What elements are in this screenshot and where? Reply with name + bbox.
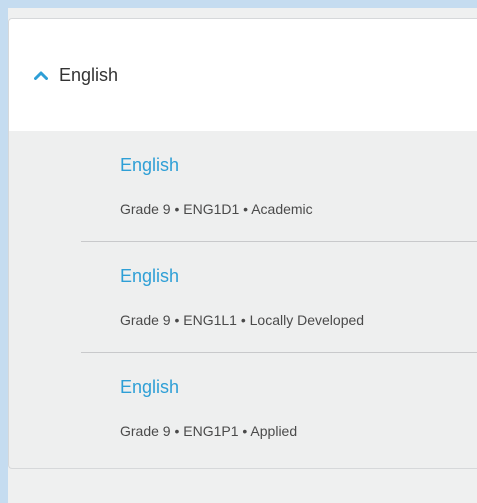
course-group-card: English English Grade 9 • ENG1D1 • Acade… <box>8 18 477 469</box>
course-item: English Grade 9 • ENG1P1 • Applied <box>81 353 477 464</box>
course-item: English Grade 9 • ENG1L1 • Locally Devel… <box>81 242 477 353</box>
course-meta: Grade 9 • ENG1P1 • Applied <box>120 423 298 439</box>
course-meta: Grade 9 • ENG1L1 • Locally Developed <box>120 312 365 328</box>
course-group-title: English <box>59 64 119 85</box>
course-meta: Grade 9 • ENG1D1 • Academic <box>120 201 313 217</box>
course-title-link[interactable]: English <box>120 155 179 176</box>
course-title-link[interactable]: English <box>120 377 179 398</box>
course-item: English Grade 9 • ENG1D1 • Academic <box>81 131 477 242</box>
course-title-link[interactable]: English <box>120 266 179 287</box>
course-list: English Grade 9 • ENG1D1 • Academic Engl… <box>9 131 477 464</box>
viewport: English English Grade 9 • ENG1D1 • Acade… <box>0 0 477 503</box>
chevron-up-icon <box>34 71 48 80</box>
course-group-header[interactable]: English <box>9 19 477 131</box>
